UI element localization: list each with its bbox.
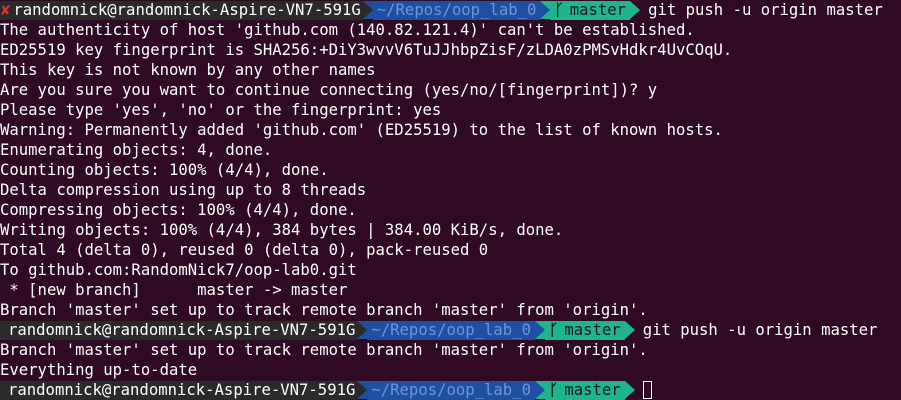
powerline-arrow-icon: [362, 1, 373, 19]
output-line: Enumerating objects: 4, done.: [0, 141, 273, 159]
output-line: The authenticity of host 'github.com (14…: [0, 21, 695, 39]
prompt-path: ~/Repos/oop_lab_0: [371, 320, 531, 339]
prompt-branch: master: [564, 380, 621, 399]
prompt-user-host: randomnick@randomnick-Aspire-VN7-591G: [8, 380, 356, 399]
prompt-git-segment: ᚴ master: [544, 380, 625, 400]
powerline-arrow-icon: [540, 1, 551, 19]
text-cursor[interactable]: [642, 381, 652, 399]
powerline-arrow-icon: [357, 321, 368, 339]
prompt-user-host: randomnick@randomnick-Aspire-VN7-591G: [13, 0, 361, 19]
prompt-user-segment: ✘ randomnick@randomnick-Aspire-VN7-591G: [0, 0, 363, 20]
powerline-arrow-icon: [630, 1, 641, 19]
prompt-user-host: randomnick@randomnick-Aspire-VN7-591G: [8, 320, 356, 339]
prompt-branch: master: [564, 320, 621, 339]
output-line: Branch 'master' set up to track remote b…: [0, 301, 648, 319]
powerline-arrow-icon: [624, 321, 635, 339]
terminal-window[interactable]: ✘ randomnick@randomnick-Aspire-VN7-591G ~…: [0, 0, 901, 400]
prompt-path-segment: ~/Repos/oop_lab_0: [372, 0, 541, 20]
powerline-arrow-icon: [534, 381, 545, 399]
prompt-branch: master: [569, 0, 627, 19]
powerline-arrow-icon: [624, 381, 635, 399]
output-line: Branch 'master' set up to track remote b…: [0, 341, 648, 359]
output-line: Writing objects: 100% (4/4), 384 bytes |…: [0, 221, 564, 239]
prompt-line-3: randomnick@randomnick-Aspire-VN7-591G ~/R…: [0, 380, 652, 400]
command-text: git push -u origin master: [642, 321, 878, 339]
output-line: Please type 'yes', 'no' or the fingerpri…: [0, 101, 442, 119]
prompt-path-segment: ~/Repos/oop_lab_0: [367, 320, 535, 340]
prompt-line-2: randomnick@randomnick-Aspire-VN7-591G ~/R…: [0, 320, 877, 340]
prompt-path: ~/Repos/oop_lab_0: [371, 380, 531, 399]
output-line: * [new branch] master -> master: [0, 281, 348, 299]
output-line: Are you sure you want to continue connec…: [0, 81, 658, 99]
git-branch-icon: ᚴ: [548, 320, 559, 339]
output-line: Total 4 (delta 0), reused 0 (delta 0), p…: [0, 241, 489, 259]
command-text: git push -u origin master: [648, 1, 883, 19]
prompt-user-segment: randomnick@randomnick-Aspire-VN7-591G: [0, 320, 358, 340]
output-line: Compressing objects: 100% (4/4), done.: [0, 201, 357, 219]
prompt-git-segment: ᚴ master: [550, 0, 631, 20]
output-line: Everything up-to-date: [0, 361, 198, 379]
output-line: ED25519 key fingerprint is SHA256:+DiY3w…: [0, 41, 733, 59]
git-branch-icon: ᚴ: [548, 380, 559, 399]
output-line: Warning: Permanently added 'github.com' …: [0, 121, 723, 139]
output-line: Counting objects: 100% (4/4), done.: [0, 161, 329, 179]
prompt-line-1: ✘ randomnick@randomnick-Aspire-VN7-591G ~…: [0, 0, 883, 20]
cross-mark-icon: ✘: [1, 0, 11, 19]
prompt-path: ~/Repos/oop_lab_0: [376, 0, 537, 19]
prompt-git-segment: ᚴ master: [544, 320, 625, 340]
output-line: This key is not known by any other names: [0, 61, 376, 79]
prompt-user-segment: randomnick@randomnick-Aspire-VN7-591G: [0, 380, 358, 400]
output-line: To github.com:RandomNick7/oop-lab0.git: [0, 261, 357, 279]
output-line: Delta compression using up to 8 threads: [0, 181, 367, 199]
git-branch-icon: ᚴ: [554, 0, 564, 19]
powerline-arrow-icon: [534, 321, 545, 339]
powerline-arrow-icon: [357, 381, 368, 399]
prompt-path-segment: ~/Repos/oop_lab_0: [367, 380, 535, 400]
